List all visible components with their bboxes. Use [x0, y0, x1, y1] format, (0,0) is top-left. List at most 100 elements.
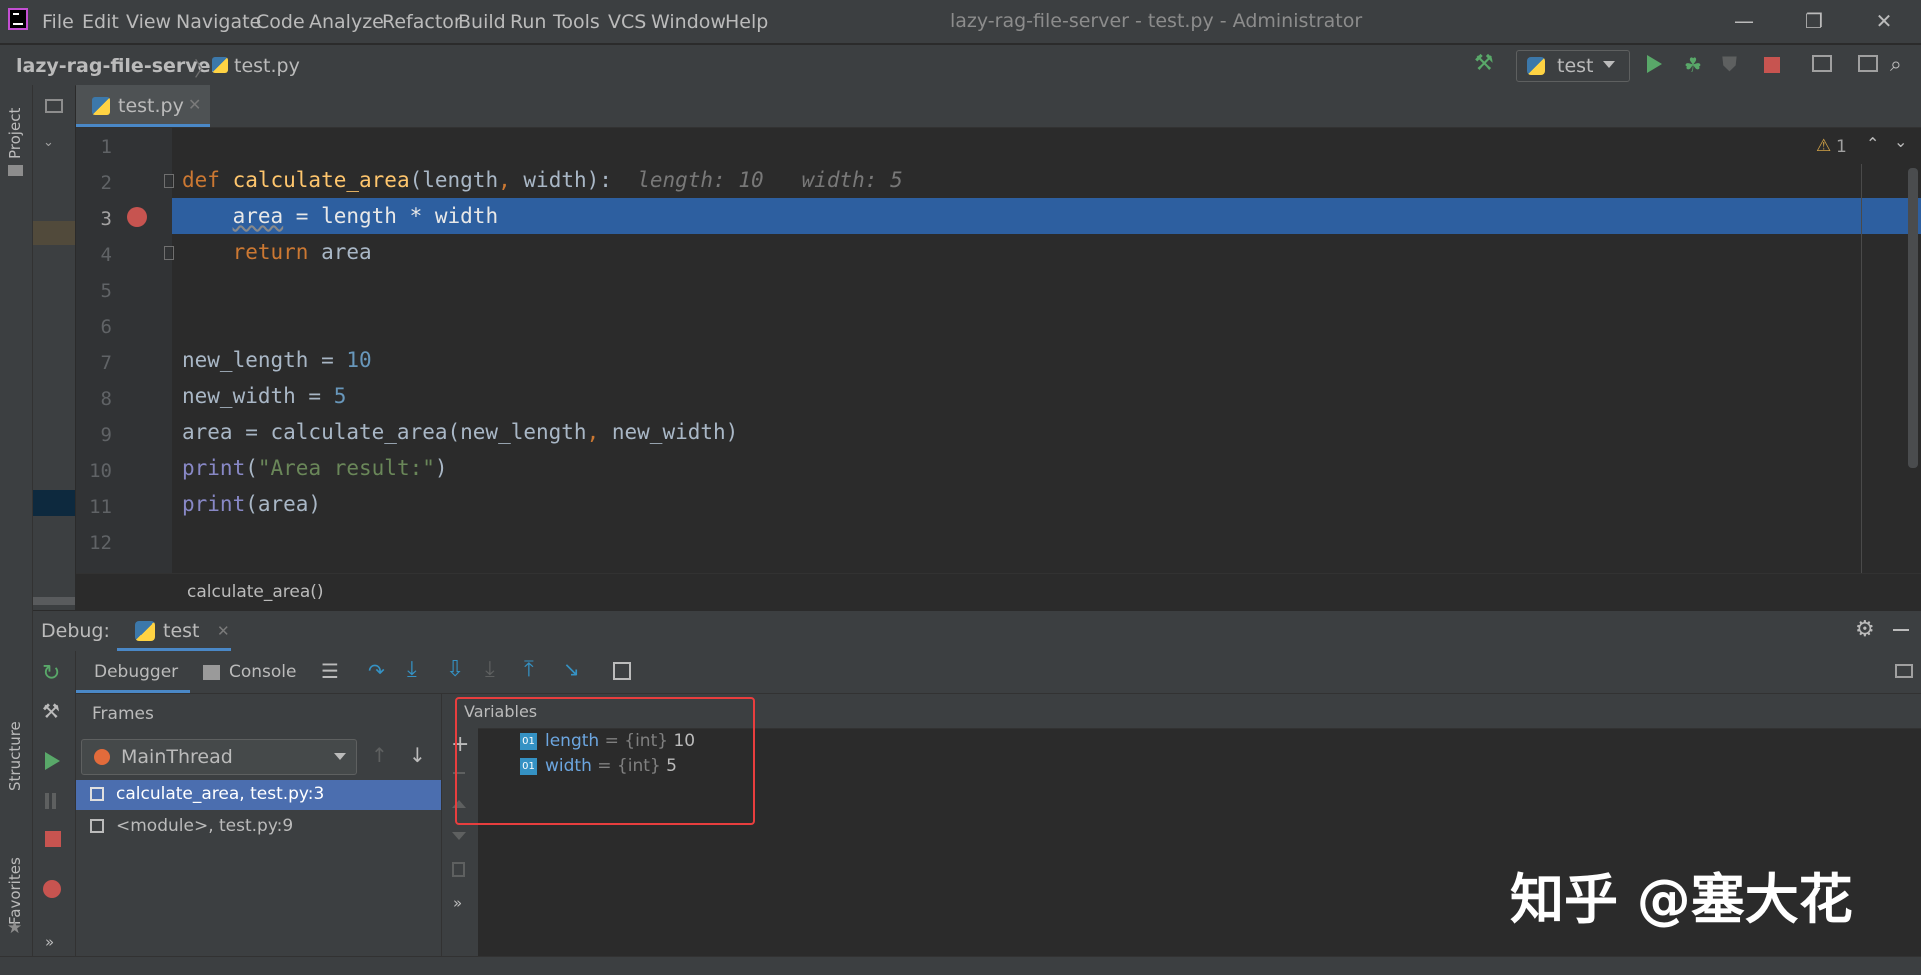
build-hammer-icon[interactable]: ⚒	[1474, 51, 1494, 76]
menu-navigate[interactable]: Navigate	[176, 11, 261, 33]
breadcrumb-file[interactable]: test.py	[234, 55, 300, 77]
restore-icon[interactable]: ❐	[1794, 4, 1834, 38]
menu-build[interactable]: Build	[458, 11, 506, 33]
watermark: 知乎 @塞大花	[1510, 868, 1853, 931]
line-number: 11	[89, 496, 112, 518]
step-into-icon[interactable]: ⤓	[407, 657, 417, 682]
debug-side-actions: ↻ ⚒ »	[33, 651, 76, 974]
python-file-icon	[212, 57, 228, 73]
code-editor[interactable]: 1 2 3 4 5 6 7 8 9 10 11 12 def calculate…	[76, 128, 1921, 573]
minimize-icon[interactable]: —	[1724, 4, 1764, 38]
frame-icon	[90, 819, 104, 833]
chevron-down-icon[interactable]: ⌄	[1894, 132, 1907, 151]
breakpoint-icon[interactable]	[127, 207, 147, 227]
search-icon[interactable]: ⌕	[1890, 52, 1902, 77]
force-step-into-icon[interactable]: ⤓	[485, 657, 495, 682]
debug-icon[interactable]: ☘	[1684, 53, 1702, 77]
more-icon[interactable]: »	[453, 894, 462, 912]
warning-icon[interactable]: ⚠	[1816, 136, 1831, 156]
menu-run[interactable]: Run	[510, 11, 546, 33]
code-line-3: area = length * width	[232, 204, 499, 228]
arrow-up-icon[interactable]: ↑	[371, 743, 388, 767]
move-down-icon[interactable]	[452, 832, 466, 840]
tool-window-structure[interactable]: Structure	[6, 705, 26, 805]
fold-icon[interactable]	[164, 174, 174, 188]
close-tab-icon[interactable]: ✕	[188, 95, 201, 114]
evaluate-expression-icon[interactable]	[613, 662, 631, 680]
frame-label: <module>, test.py:9	[116, 816, 294, 836]
function-breadcrumb[interactable]: calculate_area()	[187, 582, 324, 602]
menu-help[interactable]: Help	[725, 11, 768, 33]
project-structure-icon[interactable]	[1812, 55, 1832, 72]
run-icon[interactable]	[1647, 55, 1662, 73]
menu-edit[interactable]: Edit	[82, 11, 119, 33]
breadcrumb-project[interactable]: lazy-rag-file-server	[16, 55, 220, 77]
python-file-icon	[92, 97, 110, 115]
thread-select[interactable]: MainThread	[81, 739, 357, 775]
run-to-cursor-icon[interactable]: ↘	[563, 657, 580, 681]
code-line-2: def calculate_area(length, width): lengt…	[182, 168, 903, 192]
panel-options-icon[interactable]	[45, 99, 63, 113]
menu-refactor[interactable]: Refactor	[382, 11, 462, 33]
close-tab-icon[interactable]: ✕	[217, 622, 230, 640]
list-icon[interactable]: ☰	[321, 659, 339, 683]
frames-header: Frames	[92, 704, 154, 724]
pause-icon[interactable]	[45, 793, 49, 809]
fold-icon[interactable]	[164, 246, 174, 260]
right-margin-line	[1861, 164, 1862, 573]
frame-row[interactable]: <module>, test.py:9	[76, 812, 441, 842]
console-icon	[203, 665, 220, 680]
debug-session-tab[interactable]: test ✕	[117, 611, 231, 651]
run-config-select[interactable]: test	[1516, 50, 1630, 82]
tab-debugger[interactable]: Debugger	[76, 651, 190, 693]
menu-vcs[interactable]: VCS	[608, 11, 646, 33]
horizontal-scrollbar[interactable]	[33, 597, 75, 605]
minimize-panel-icon[interactable]	[1893, 629, 1909, 631]
line-number: 2	[100, 172, 112, 194]
tool-window-favorites[interactable]: Favorites	[6, 845, 26, 955]
tab-console[interactable]: Console	[203, 651, 307, 693]
line-number: 7	[100, 352, 112, 374]
menu-analyze[interactable]: Analyze	[309, 11, 384, 33]
resume-icon[interactable]	[45, 752, 60, 770]
python-icon	[1527, 57, 1545, 75]
frame-row-selected[interactable]: calculate_area, test.py:3	[76, 780, 441, 810]
chevron-down-icon[interactable]: ⌄	[43, 135, 54, 150]
code-line-10: print("Area result:")	[182, 456, 448, 480]
menu-window[interactable]: Window	[651, 11, 726, 33]
menu-tools[interactable]: Tools	[553, 11, 600, 33]
menu-file[interactable]: File	[42, 11, 74, 33]
navigation-bar: lazy-rag-file-server 〉 test.py ⚒ test ☘ …	[0, 44, 1921, 86]
project-panel: ⌄	[33, 85, 75, 610]
step-over-icon[interactable]: ↷	[368, 659, 385, 683]
tab-test-py[interactable]: test.py ✕	[76, 85, 210, 127]
line-number-current: 3	[100, 208, 112, 230]
menu-view[interactable]: View	[126, 11, 171, 33]
editor-tab-bar: test.py ✕	[76, 85, 1921, 128]
stop-icon[interactable]	[1764, 57, 1780, 73]
stop-icon[interactable]	[45, 831, 61, 847]
layout-settings-icon[interactable]	[1895, 664, 1913, 678]
copy-icon[interactable]	[452, 862, 465, 877]
code-line-9: area = calculate_area(new_length, new_wi…	[182, 420, 739, 444]
wrench-icon[interactable]: ⚒	[42, 699, 60, 723]
view-breakpoints-icon[interactable]	[43, 880, 61, 898]
frame-label: calculate_area, test.py:3	[116, 784, 325, 804]
step-out-icon[interactable]: ⤒	[524, 657, 534, 682]
layout-icon[interactable]	[1858, 55, 1878, 72]
rerun-icon[interactable]: ↻	[42, 661, 60, 686]
vertical-scrollbar[interactable]	[1908, 168, 1918, 468]
annotation-highlight-box	[455, 697, 755, 825]
close-icon[interactable]: ✕	[1864, 4, 1904, 38]
more-icon[interactable]: »	[45, 933, 54, 951]
step-into-my-code-icon[interactable]: ⇩	[446, 657, 464, 682]
window-title: lazy-rag-file-server - test.py - Adminis…	[950, 10, 1363, 32]
gear-icon[interactable]: ⚙	[1855, 617, 1875, 642]
menu-code[interactable]: Code	[256, 11, 305, 33]
chevron-up-icon[interactable]: ⌃	[1866, 134, 1879, 153]
editor-gutter[interactable]: 1 2 3 4 5 6 7 8 9 10 11 12	[76, 128, 174, 573]
tab-debugger-label: Debugger	[94, 662, 179, 682]
arrow-down-icon[interactable]: ↓	[409, 743, 426, 767]
coverage-icon[interactable]: ⛊	[1722, 52, 1737, 76]
inline-debug-hint: length: 10 width: 5	[637, 168, 903, 192]
